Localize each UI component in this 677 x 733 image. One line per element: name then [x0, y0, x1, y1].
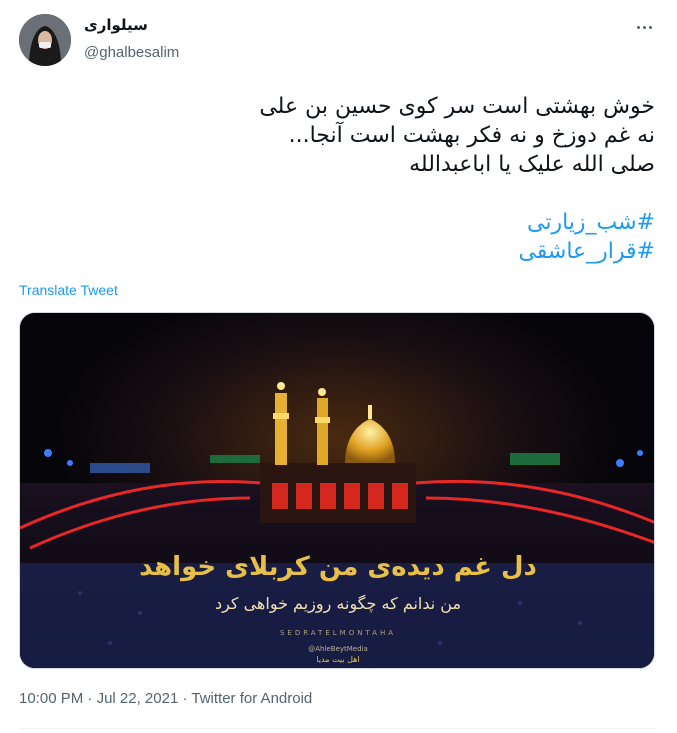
hashtag-link[interactable]: #قرار_عاشقی — [95, 237, 655, 266]
tweet-time[interactable]: 10:00 PM — [19, 690, 83, 707]
avatar-photo — [19, 14, 71, 66]
tweet-date[interactable]: Jul 22, 2021 — [97, 690, 179, 707]
tweet-body: خوش بهشتی است سر کوی حسین بن علی نه غم د… — [95, 92, 655, 266]
tweet-line: خوش بهشتی است سر کوی حسین بن علی — [259, 94, 655, 119]
more-dots-icon[interactable] — [633, 16, 655, 38]
tweet-meta: 10:00 PM · Jul 22, 2021 · Twitter for An… — [19, 690, 312, 707]
separator: · — [182, 690, 188, 707]
tweet-image[interactable]: دل غم دیده‌ی من کربلای خواهد من ندانم که… — [19, 312, 655, 669]
separator: · — [87, 690, 93, 707]
user-handle[interactable]: @ghalbesalim — [84, 44, 179, 61]
avatar[interactable] — [19, 14, 71, 66]
calligraphy-line2: من ندانم که چگونه روزیم خواهی کرد — [215, 594, 461, 614]
calligraphy-line1: دل غم دیده‌ی من کربلای خواهد — [139, 552, 537, 582]
tweet-line: صلی الله علیک یا اباعبدالله — [409, 152, 655, 177]
translate-tweet-link[interactable]: Translate Tweet — [19, 282, 118, 298]
watermark-text: SEDRATELMONTAHA — [280, 629, 396, 637]
shrine-photo: دل غم دیده‌ی من کربلای خواهد من ندانم که… — [20, 313, 654, 668]
tweet-source[interactable]: Twitter for Android — [191, 690, 312, 707]
brand-handle: @AhleBeytMedia — [308, 645, 368, 653]
divider — [19, 728, 655, 729]
hashtag-link[interactable]: #شب_زیارتی — [95, 208, 655, 237]
display-name[interactable]: سیلواری — [84, 16, 148, 34]
tweet-line: نه غم دوزخ و نه فکر بهشت است آنجا... — [288, 123, 655, 148]
brand-name: اهل بیت مدیا — [316, 655, 359, 664]
